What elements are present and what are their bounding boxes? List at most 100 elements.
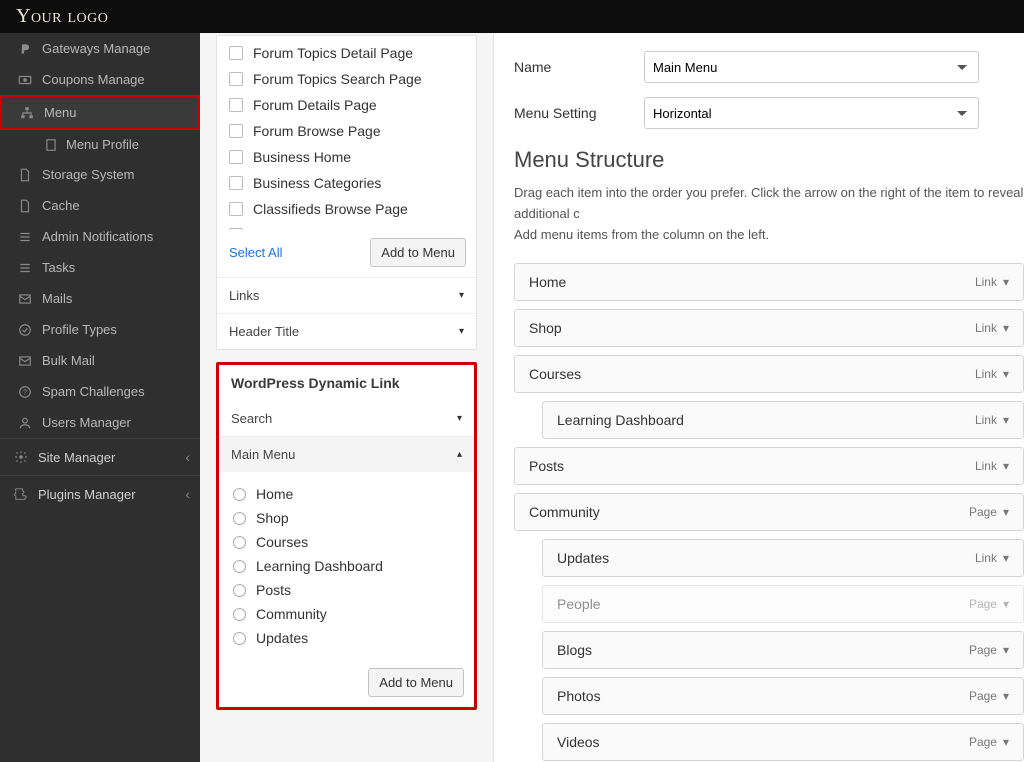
sidebar-item-notifications[interactable]: Admin Notifications: [0, 221, 200, 252]
list-item-label: Forum Browse Page: [253, 123, 381, 139]
list-item[interactable]: Business Categories: [217, 170, 476, 196]
sidebar-item-label: Profile Types: [42, 322, 117, 337]
menu-name-select[interactable]: Main Menu: [644, 51, 979, 83]
user-icon: [18, 416, 32, 430]
accordion-links[interactable]: Links ▾: [217, 277, 476, 313]
radio[interactable]: [233, 632, 246, 645]
form-label-name: Name: [514, 59, 644, 75]
chevron-left-icon: ‹: [185, 486, 190, 502]
sidebar-item-profile-types[interactable]: Profile Types: [0, 314, 200, 345]
menu-item-updates[interactable]: Updates Link▾: [542, 539, 1024, 577]
list-item[interactable]: Updates: [219, 626, 474, 650]
sidebar-item-label: Menu: [44, 105, 77, 120]
menu-item-type: Page: [969, 597, 997, 611]
accordion-header-title[interactable]: Header Title ▾: [217, 313, 476, 349]
list-item[interactable]: Classifieds Browse Page: [217, 196, 476, 222]
sidebar-item-menu[interactable]: Menu: [0, 95, 200, 130]
caret-down-icon[interactable]: ▾: [1003, 689, 1009, 703]
caret-down-icon[interactable]: ▾: [1003, 275, 1009, 289]
caret-down-icon: ▾: [457, 413, 462, 424]
list-item[interactable]: Forum Details Page: [217, 92, 476, 118]
caret-down-icon[interactable]: ▾: [1003, 735, 1009, 749]
menu-item-label: Posts: [529, 458, 564, 474]
menu-item-type: Link: [975, 275, 997, 289]
sidebar-section-site-manager[interactable]: Site Manager ‹: [0, 438, 200, 475]
add-to-menu-button[interactable]: Add to Menu: [368, 668, 464, 697]
caret-down-icon[interactable]: ▾: [1003, 551, 1009, 565]
sidebar-item-mails[interactable]: Mails: [0, 283, 200, 314]
sidebar-item-gateways[interactable]: Gateways Manage: [0, 33, 200, 64]
radio[interactable]: [233, 512, 246, 525]
sidebar-item-bulk-mail[interactable]: Bulk Mail: [0, 345, 200, 376]
list-item[interactable]: Posts: [219, 578, 474, 602]
radio[interactable]: [233, 488, 246, 501]
radio[interactable]: [233, 560, 246, 573]
accordion-search[interactable]: Search ▾: [219, 401, 474, 436]
checkbox[interactable]: [229, 176, 243, 190]
list-item-label: Business Search: [253, 227, 358, 230]
menu-item-photos[interactable]: Photos Page▾: [542, 677, 1024, 715]
menu-item-shop[interactable]: Shop Link▾: [514, 309, 1024, 347]
caret-down-icon[interactable]: ▾: [1003, 413, 1009, 427]
sidebar-item-label: Bulk Mail: [42, 353, 95, 368]
accordion-main-menu[interactable]: Main Menu ▴: [219, 436, 474, 472]
menu-item-home[interactable]: Home Link▾: [514, 263, 1024, 301]
checkbox[interactable]: [229, 150, 243, 164]
checkbox[interactable]: [229, 72, 243, 86]
list-item[interactable]: Courses: [219, 530, 474, 554]
sidebar-subitem-menu-profile[interactable]: Menu Profile: [0, 130, 200, 159]
select-all-link[interactable]: Select All: [229, 245, 282, 260]
list-item[interactable]: Business Search: [217, 222, 476, 230]
caret-down-icon[interactable]: ▾: [1003, 367, 1009, 381]
add-to-menu-button[interactable]: Add to Menu: [370, 238, 466, 267]
forum-checklist[interactable]: Forum Topics Detail Page Forum Topics Se…: [217, 36, 476, 230]
caret-down-icon[interactable]: ▾: [1003, 643, 1009, 657]
menu-item-posts[interactable]: Posts Link▾: [514, 447, 1024, 485]
radio[interactable]: [233, 608, 246, 621]
caret-down-icon[interactable]: ▾: [1003, 597, 1009, 611]
form-label-setting: Menu Setting: [514, 105, 644, 121]
accordion-label: Main Menu: [231, 447, 295, 462]
sidebar-item-tasks[interactable]: Tasks: [0, 252, 200, 283]
list-item[interactable]: Home: [219, 482, 474, 506]
list-item[interactable]: Learning Dashboard: [219, 554, 474, 578]
menu-item-community[interactable]: Community Page▾: [514, 493, 1024, 531]
radio[interactable]: [233, 584, 246, 597]
menu-item-videos[interactable]: Videos Page▾: [542, 723, 1024, 761]
list-item[interactable]: Forum Browse Page: [217, 118, 476, 144]
checkbox[interactable]: [229, 124, 243, 138]
list-item[interactable]: Community: [219, 602, 474, 626]
sidebar-item-coupons[interactable]: Coupons Manage: [0, 64, 200, 95]
list-item[interactable]: Forum Topics Detail Page: [217, 40, 476, 66]
caret-down-icon[interactable]: ▾: [1003, 505, 1009, 519]
checkbox[interactable]: [229, 202, 243, 216]
menu-setting-select[interactable]: Horizontal: [644, 97, 979, 129]
list-item-label: Forum Topics Search Page: [253, 71, 422, 87]
menu-item-courses[interactable]: Courses Link▾: [514, 355, 1024, 393]
checkbox[interactable]: [229, 46, 243, 60]
checkbox[interactable]: [229, 228, 243, 230]
menu-item-learning-dashboard[interactable]: Learning Dashboard Link▾: [542, 401, 1024, 439]
sidebar-item-label: Menu Profile: [66, 137, 139, 152]
menu-item-label: Learning Dashboard: [557, 412, 684, 428]
main-menu-radio-list[interactable]: Home Shop Courses Learning Dashboard Pos…: [219, 472, 474, 660]
menu-item-people[interactable]: People Page▾: [542, 585, 1024, 623]
caret-up-icon: ▴: [457, 449, 462, 460]
sidebar-item-storage[interactable]: Storage System: [0, 159, 200, 190]
list-item-label: Posts: [256, 582, 291, 598]
menu-item-type: Link: [975, 367, 997, 381]
menu-item-label: Shop: [529, 320, 562, 336]
caret-down-icon[interactable]: ▾: [1003, 459, 1009, 473]
caret-down-icon[interactable]: ▾: [1003, 321, 1009, 335]
list-item[interactable]: Forum Topics Search Page: [217, 66, 476, 92]
sidebar-item-spam[interactable]: ? Spam Challenges: [0, 376, 200, 407]
sidebar-section-plugins[interactable]: Plugins Manager ‹: [0, 475, 200, 512]
sidebar-item-cache[interactable]: Cache: [0, 190, 200, 221]
list-item[interactable]: Business Home: [217, 144, 476, 170]
list-item[interactable]: Shop: [219, 506, 474, 530]
brand-logo: Your logo: [16, 5, 108, 28]
sidebar-item-users[interactable]: Users Manager: [0, 407, 200, 438]
radio[interactable]: [233, 536, 246, 549]
checkbox[interactable]: [229, 98, 243, 112]
menu-item-blogs[interactable]: Blogs Page▾: [542, 631, 1024, 669]
